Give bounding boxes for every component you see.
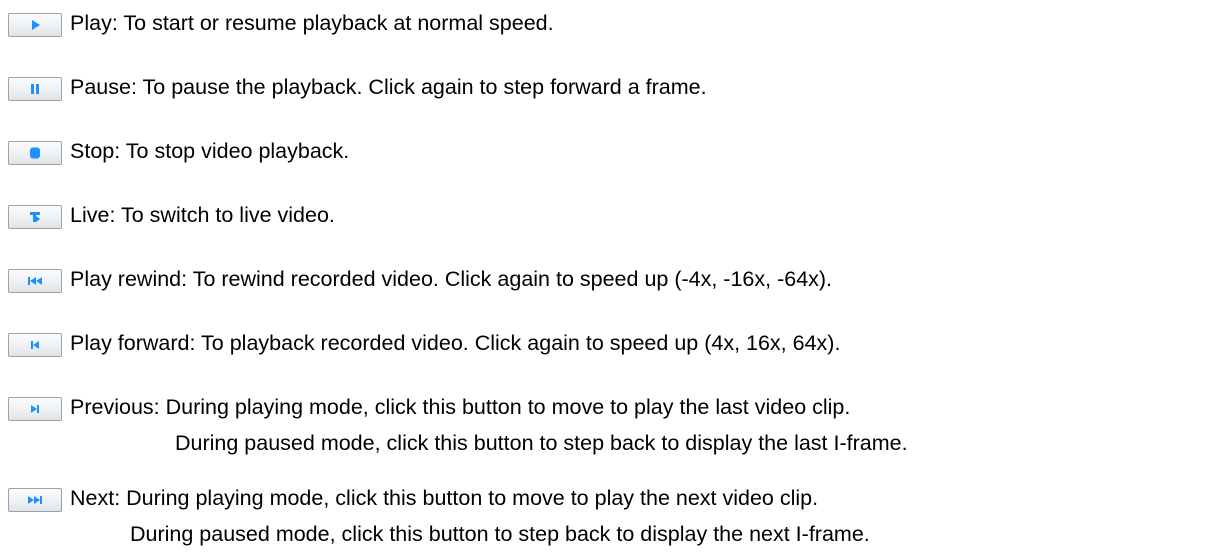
live-description: Live: To switch to live video.: [70, 203, 335, 227]
control-row-play: Play: To start or resume playback at nor…: [8, 10, 1206, 37]
control-row-next: Next: During playing mode, click this bu…: [8, 485, 1206, 512]
pause-icon: [28, 83, 42, 95]
control-row-pause: Pause: To pause the playback. Click agai…: [8, 74, 1206, 101]
previous-description-continued: During paused mode, click this button to…: [175, 431, 908, 455]
control-row-forward: Play forward: To playback recorded video…: [8, 330, 1206, 357]
previous-description: Previous: During playing mode, click thi…: [70, 395, 851, 419]
play-button[interactable]: [8, 13, 62, 37]
play-forward-description: Play forward: To playback recorded video…: [70, 331, 841, 355]
next-icon: [27, 495, 43, 505]
previous-button[interactable]: [8, 397, 62, 421]
stop-button[interactable]: [8, 141, 62, 165]
live-button[interactable]: [8, 205, 62, 229]
stop-icon: [28, 147, 42, 159]
next-description-continued: During paused mode, click this button to…: [130, 522, 870, 546]
play-forward-button[interactable]: [8, 333, 62, 357]
play-forward-icon: [29, 340, 41, 350]
play-icon: [28, 19, 42, 31]
control-row-stop: Stop: To stop video playback.: [8, 138, 1206, 165]
pause-button[interactable]: [8, 77, 62, 101]
rewind-description: Play rewind: To rewind recorded video. C…: [70, 267, 833, 291]
play-description: Play: To start or resume playback at nor…: [70, 11, 554, 35]
control-row-live: Live: To switch to live video.: [8, 202, 1206, 229]
next-description: Next: During playing mode, click this bu…: [70, 486, 819, 510]
previous-icon: [29, 404, 41, 414]
next-button[interactable]: [8, 488, 62, 512]
live-icon: [28, 211, 42, 223]
control-row-rewind: Play rewind: To rewind recorded video. C…: [8, 266, 1206, 293]
control-row-previous: Previous: During playing mode, click thi…: [8, 394, 1206, 421]
pause-description: Pause: To pause the playback. Click agai…: [70, 75, 707, 99]
stop-description: Stop: To stop video playback.: [70, 139, 350, 163]
rewind-button[interactable]: [8, 269, 62, 293]
rewind-icon: [27, 276, 43, 286]
